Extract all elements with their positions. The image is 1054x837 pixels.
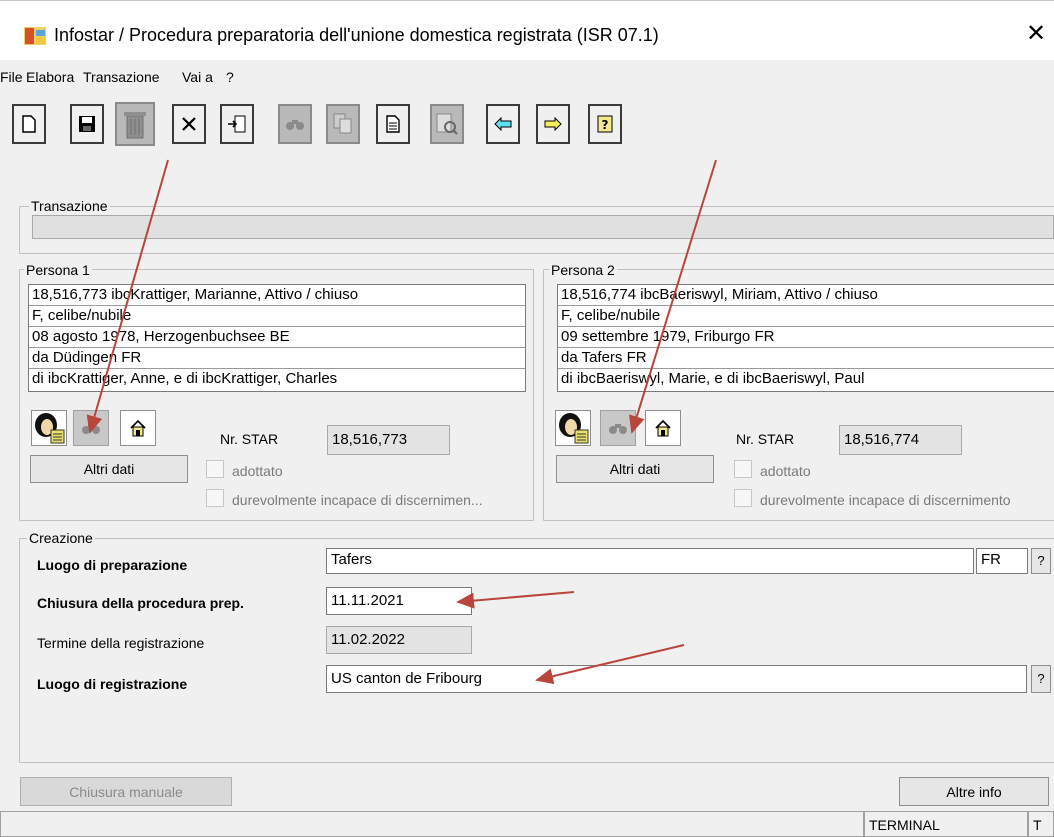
persona1-title: Persona 1 xyxy=(24,262,92,278)
persona1-nr-star-label: Nr. STAR xyxy=(220,431,279,447)
persona1-incapace-label: durevolmente incapace di discernimen... xyxy=(232,492,483,508)
new-document-button[interactable] xyxy=(12,104,46,144)
trash-icon xyxy=(124,112,146,139)
termine-registrazione-field[interactable]: 11.02.2022 xyxy=(326,626,472,654)
search-binoculars-icon xyxy=(609,424,627,434)
luogo-registrazione-help-button[interactable]: ? xyxy=(1031,665,1051,693)
copy-documents-icon xyxy=(333,113,352,134)
print-preview-icon xyxy=(436,113,458,135)
persona1-nr-star-field[interactable]: 18,516,773 xyxy=(327,425,450,455)
document-button[interactable] xyxy=(376,104,410,144)
persona1-home-button[interactable] xyxy=(120,410,156,446)
title-bar: Infostar / Procedura preparatoria dell'u… xyxy=(0,0,1054,60)
persona2-incapace-label: durevolmente incapace di discernimento xyxy=(760,492,1011,508)
persona2-line: di ibcBaeriswyl, Marie, e di ibcBaeriswy… xyxy=(561,370,865,387)
search-binoculars-icon xyxy=(286,120,304,130)
persona1-line: di ibcKrattiger, Anne, e di ibcKrattiger… xyxy=(32,370,338,387)
svg-text:?: ? xyxy=(602,118,609,132)
persona2-title: Persona 2 xyxy=(549,262,617,278)
menu-bar: File Elabora Transazione Vai a ? xyxy=(0,62,1054,92)
import-button[interactable] xyxy=(220,104,254,144)
document-icon xyxy=(386,115,400,133)
persona2-incapace-checkbox[interactable] xyxy=(734,489,752,507)
status-terminal: TERMINAL xyxy=(864,811,1028,837)
delete-button[interactable] xyxy=(172,104,206,144)
persona1-adottato-label: adottato xyxy=(232,463,283,479)
persona1-altri-dati-button[interactable]: Altri dati xyxy=(30,455,188,483)
persona1-info-list[interactable]: 18,516,773 ibcKrattiger, Marianne, Attiv… xyxy=(28,284,526,392)
copy-button[interactable] xyxy=(326,104,360,144)
persona1-line: 08 agosto 1978, Herzogenbuchsee BE xyxy=(29,327,525,348)
persona2-altri-dati-button[interactable]: Altri dati xyxy=(556,455,714,483)
app-icon xyxy=(24,27,46,45)
save-button[interactable] xyxy=(70,104,104,144)
persona2-person-card-button[interactable] xyxy=(555,410,591,446)
arrow-right-icon xyxy=(544,117,562,131)
persona2-nr-star-field[interactable]: 18,516,774 xyxy=(839,425,962,455)
menu-transazione[interactable]: Transazione xyxy=(83,69,160,85)
help-icon: ? xyxy=(597,115,613,133)
persona1-line: F, celibe/nubile xyxy=(29,306,525,327)
chiusura-procedura-label: Chiusura della procedura prep. xyxy=(37,595,244,611)
next-button[interactable] xyxy=(536,104,570,144)
persona2-line: da Tafers FR xyxy=(558,348,1054,369)
luogo-registrazione-input[interactable]: US canton de Fribourg xyxy=(326,665,1027,693)
chiusura-manuale-button[interactable]: Chiusura manuale xyxy=(20,777,232,806)
persona1-adottato-checkbox[interactable] xyxy=(206,460,224,478)
search-binoculars-icon xyxy=(82,424,100,434)
window-title: Infostar / Procedura preparatoria dell'u… xyxy=(54,25,659,45)
persona2-home-button[interactable] xyxy=(645,410,681,446)
altre-info-button[interactable]: Altre info xyxy=(899,777,1049,806)
luogo-preparazione-label: Luogo di preparazione xyxy=(37,557,188,573)
status-bar: TERMINAL T xyxy=(0,811,1054,837)
person-card-icon xyxy=(559,413,589,444)
menu-file[interactable]: File xyxy=(0,69,23,85)
menu-help[interactable]: ? xyxy=(226,69,234,85)
persona1-search-button[interactable] xyxy=(73,410,109,446)
persona2-adottato-label: adottato xyxy=(760,463,811,479)
save-icon xyxy=(79,116,95,132)
toolbar: ? xyxy=(0,94,1054,158)
print-preview-button[interactable] xyxy=(430,104,464,144)
persona2-info-list[interactable]: 18,516,774 ibcBaeriswyl, Miriam, Attivo … xyxy=(557,284,1054,392)
persona1-incapace-checkbox[interactable] xyxy=(206,489,224,507)
canton-input[interactable]: FR xyxy=(976,548,1028,574)
transazione-title: Transazione xyxy=(29,198,110,214)
person-card-icon xyxy=(35,413,65,444)
status-cell-main xyxy=(0,811,864,837)
home-icon xyxy=(130,419,146,437)
luogo-preparazione-help-button[interactable]: ? xyxy=(1031,548,1051,574)
persona2-adottato-checkbox[interactable] xyxy=(734,460,752,478)
transazione-field[interactable] xyxy=(32,215,1054,239)
help-button[interactable]: ? xyxy=(588,104,622,144)
persona2-line: 09 settembre 1979, Friburgo FR xyxy=(558,327,1054,348)
chiusura-procedura-input[interactable]: 11.11.2021 xyxy=(326,587,472,615)
luogo-preparazione-input[interactable]: Tafers xyxy=(326,548,974,574)
persona2-nr-star-label: Nr. STAR xyxy=(736,431,795,447)
home-icon xyxy=(655,419,671,437)
creazione-title: Creazione xyxy=(27,530,95,546)
new-document-icon xyxy=(22,115,36,133)
persona2-line: 18,516,774 ibcBaeriswyl, Miriam, Attivo … xyxy=(558,285,1054,306)
status-t: T xyxy=(1028,811,1054,837)
trash-button[interactable] xyxy=(115,102,155,146)
close-icon[interactable]: ✕ xyxy=(1021,19,1051,47)
persona2-search-button[interactable] xyxy=(600,410,636,446)
import-icon xyxy=(228,115,246,133)
persona1-person-card-button[interactable] xyxy=(31,410,67,446)
search-button[interactable] xyxy=(278,104,312,144)
menu-elabora[interactable]: Elabora xyxy=(26,69,74,85)
luogo-registrazione-label: Luogo di registrazione xyxy=(37,676,188,692)
arrow-left-icon xyxy=(494,117,512,131)
persona1-line: 18,516,773 ibcKrattiger, Marianne, Attiv… xyxy=(29,285,525,306)
previous-button[interactable] xyxy=(486,104,520,144)
delete-x-icon xyxy=(182,117,196,131)
persona1-line: da Düdingen FR xyxy=(29,348,525,369)
termine-registrazione-label: Termine della registrazione xyxy=(37,635,205,651)
persona2-line: F, celibe/nubile xyxy=(558,306,1054,327)
menu-vai-a[interactable]: Vai a xyxy=(182,69,213,85)
